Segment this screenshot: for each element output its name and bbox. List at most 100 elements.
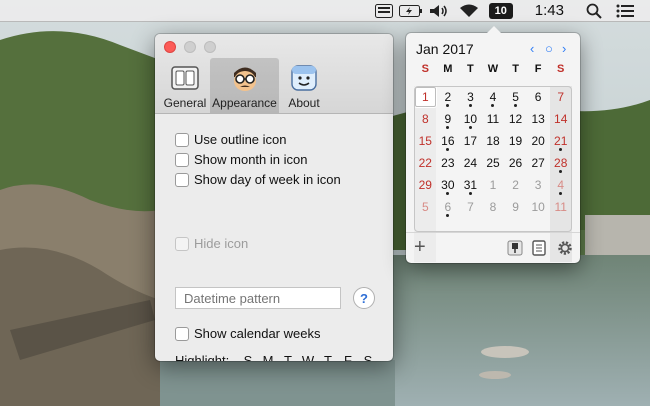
gear-icon[interactable]	[557, 240, 573, 256]
minimize-button[interactable]	[184, 41, 196, 53]
weekday-label: F	[534, 63, 542, 75]
notification-center-icon[interactable]	[616, 0, 634, 22]
calendar-day[interactable]: 2	[437, 86, 460, 108]
calendar-day[interactable]: 14	[549, 108, 572, 130]
calendar-day-today[interactable]: 1	[414, 86, 437, 108]
month-in-icon-checkbox[interactable]	[175, 152, 189, 167]
close-button[interactable]	[164, 41, 176, 53]
calendar-day-number: 4	[557, 178, 565, 192]
calendar-popover: Jan 2017 ‹ ○ › SMTWTFS 1 2 3 4 5 6 7 8 9 10 11 12 13…	[406, 26, 580, 263]
dow-in-icon-label: Show day of week in icon	[194, 172, 341, 187]
calendar-day[interactable]: 5	[414, 196, 437, 218]
calendar-day[interactable]: 30	[437, 174, 460, 196]
pin-icon[interactable]	[507, 240, 523, 256]
calendar-day[interactable]: 21	[549, 130, 572, 152]
calendar-day[interactable]: 18	[482, 130, 505, 152]
calendar-day[interactable]: 8	[414, 108, 437, 130]
date-badge-label: 10	[488, 2, 513, 19]
calendar-day[interactable]: 4	[482, 86, 505, 108]
calendar-day[interactable]: 16	[437, 130, 460, 152]
dow-in-icon-checkbox[interactable]	[175, 172, 189, 187]
calendar-day[interactable]: 19	[504, 130, 527, 152]
calendar-day[interactable]: 12	[504, 108, 527, 130]
calendar-day[interactable]: 9	[437, 108, 460, 130]
calendar-day-number: 29	[418, 178, 432, 192]
help-button[interactable]: ?	[353, 287, 375, 309]
calendar-day[interactable]: 3	[459, 86, 482, 108]
calendar-day-number: 14	[554, 112, 568, 126]
calendar-day[interactable]: 13	[527, 108, 550, 130]
outline-icon-option[interactable]: Use outline icon	[175, 132, 287, 147]
dow-in-icon-option[interactable]: Show day of week in icon	[175, 172, 341, 187]
calendar-day[interactable]: 31	[459, 174, 482, 196]
calendar-day[interactable]: 8	[482, 196, 505, 218]
hide-icon-label: Hide icon	[194, 236, 249, 251]
menu-bar: 10 1:43	[0, 0, 650, 22]
weekday-label: S	[421, 63, 429, 75]
date-badge[interactable]: 10	[488, 0, 513, 22]
calendar-weeks-option[interactable]: Show calendar weeks	[175, 326, 320, 341]
notes-icon[interactable]	[531, 240, 547, 256]
input-source-icon[interactable]	[374, 0, 393, 22]
calendar-day-number: 1	[421, 90, 429, 104]
calendar-day[interactable]: 25	[482, 152, 505, 174]
spotlight-icon[interactable]	[586, 0, 602, 22]
tab-appearance[interactable]: Appearance	[210, 58, 279, 113]
calendar-day[interactable]: 9	[504, 196, 527, 218]
calendar-weeks-checkbox[interactable]	[175, 326, 189, 341]
calendar-day-number: 10	[463, 112, 478, 126]
next-month-button[interactable]: ›	[562, 41, 566, 56]
add-event-button[interactable]: +	[414, 236, 426, 259]
calendar-day-number: 25	[486, 156, 500, 170]
calendar-day[interactable]: 29	[414, 174, 437, 196]
volume-icon[interactable]	[429, 0, 449, 22]
preferences-window: General Appearance About Use outline ico…	[155, 34, 393, 361]
outline-icon-checkbox[interactable]	[175, 132, 189, 147]
calendar-day[interactable]: 11	[549, 196, 572, 218]
calendar-day[interactable]: 7	[459, 196, 482, 218]
calendar-day[interactable]: 10	[459, 108, 482, 130]
calendar-day[interactable]: 24	[459, 152, 482, 174]
calendar-day[interactable]: 6	[527, 86, 550, 108]
calendar-day[interactable]: 17	[459, 130, 482, 152]
hide-icon-option: Hide icon	[175, 236, 248, 251]
calendar-day[interactable]: 10	[527, 196, 550, 218]
weekday-label: T	[467, 63, 474, 75]
event-dot	[446, 126, 450, 129]
calendar-day[interactable]: 28	[549, 152, 572, 174]
calendar-day[interactable]: 20	[527, 130, 550, 152]
zoom-button[interactable]	[204, 41, 216, 53]
calendar-day-number: 8	[421, 112, 429, 126]
today-button[interactable]: ○	[545, 41, 553, 56]
tab-about[interactable]: About	[279, 58, 329, 113]
highlight-day-letter: M	[262, 353, 274, 361]
tab-general[interactable]: General	[159, 58, 211, 113]
calendar-day[interactable]: 1	[482, 174, 505, 196]
calendar-day[interactable]: 11	[482, 108, 505, 130]
calendar-day-number: 22	[418, 156, 432, 170]
calendar-day[interactable]: 3	[527, 174, 550, 196]
calendar-day[interactable]: 26	[504, 152, 527, 174]
calendar-day-number: 26	[508, 156, 523, 170]
weekday-label: W	[487, 63, 499, 75]
calendar-day[interactable]: 22	[414, 152, 437, 174]
calendar-day[interactable]: 2	[504, 174, 527, 196]
calendar-day[interactable]: 7	[549, 86, 572, 108]
tab-appearance-label: Appearance	[212, 96, 277, 110]
calendar-day[interactable]: 23	[437, 152, 460, 174]
calendar-day[interactable]: 5	[504, 86, 527, 108]
calendar-day[interactable]: 27	[527, 152, 550, 174]
month-in-icon-option[interactable]: Show month in icon	[175, 152, 307, 167]
menubar-clock[interactable]: 1:43	[529, 0, 570, 22]
battery-charging-icon[interactable]	[398, 0, 423, 22]
prev-month-button[interactable]: ‹	[530, 41, 534, 56]
calendar-grid: 1 2 3 4 5 6 7 8 9 10 11 12 13 14 15 16 17 18 19 20 21 22 23 24 2…	[414, 86, 572, 218]
calendar-day[interactable]: 4	[549, 174, 572, 196]
calendar-day[interactable]: 6	[437, 196, 460, 218]
event-dot	[468, 126, 472, 129]
datetime-pattern-field[interactable]	[175, 287, 341, 309]
event-dot	[446, 192, 450, 195]
calendar-day[interactable]: 15	[414, 130, 437, 152]
wifi-icon[interactable]	[459, 0, 479, 22]
calendar-day-number: 28	[554, 156, 568, 170]
